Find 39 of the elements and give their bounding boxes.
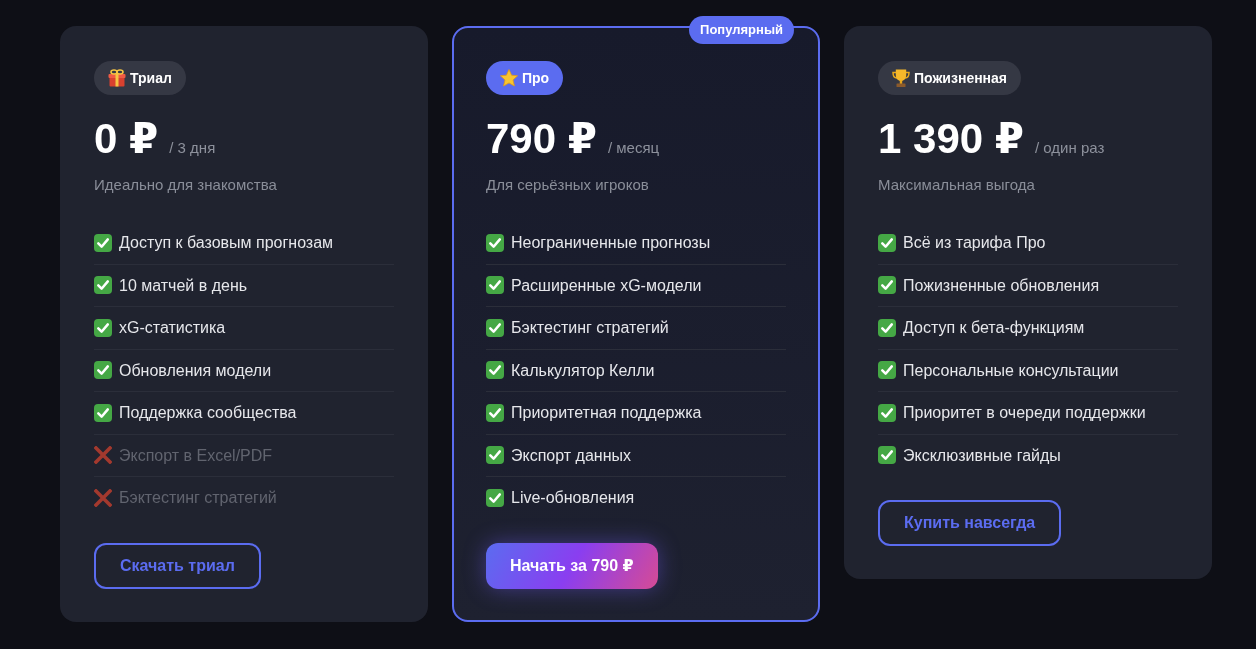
feature-text: Live-обновления xyxy=(511,488,635,509)
feature-text: Экспорт данных xyxy=(511,445,631,466)
price-period: / 3 дня xyxy=(169,139,216,156)
plan-button[interactable]: Скачать триал xyxy=(94,542,261,589)
feature-text: 10 матчей в день xyxy=(119,275,248,296)
feature-text: Приоритет в очереди поддержки xyxy=(903,403,1146,424)
plan-name: Триал xyxy=(130,70,172,86)
feature-text: Поддержка сообщества xyxy=(119,403,297,424)
plan-tagline: Идеально для знакомства xyxy=(94,175,277,195)
feature-text: Экспорт в Excel/PDF xyxy=(119,445,273,466)
price: 0 ₽ xyxy=(94,118,159,160)
gift-icon xyxy=(108,69,126,87)
feature-text: Всё из тарифа Про xyxy=(903,233,1046,254)
plan-name: Про xyxy=(522,70,550,86)
plan-name: Пожизненная xyxy=(914,70,1008,86)
feature-text: Расширенные xG-модели xyxy=(511,275,702,296)
feature-text: Доступ к бета-функциям xyxy=(903,318,1085,339)
price: 1 390 ₽ xyxy=(878,118,1024,160)
feature-text: Калькулятор Келли xyxy=(511,360,655,381)
feature-text: Пожизненные обновления xyxy=(903,275,1100,296)
feature-text: Доступ к базовым прогнозам xyxy=(119,233,334,254)
plan-tagline: Для серьёзных игроков xyxy=(486,175,649,195)
feature-text: xG-статистика xyxy=(119,318,226,339)
feature-text: Персональные консультации xyxy=(903,360,1119,381)
feature-text: Неограниченные прогнозы xyxy=(511,233,711,254)
trophy-icon xyxy=(892,69,910,87)
price-period: / один раз xyxy=(1035,139,1105,156)
star-icon xyxy=(500,69,518,87)
feature-text: Бэктестинг стратегий xyxy=(511,318,669,339)
popular-badge: Популярный xyxy=(689,16,794,44)
price-period: / месяц xyxy=(607,139,660,156)
feature-text: Эксклюзивные гайды xyxy=(903,445,1061,466)
feature-text: Бэктестинг стратегий xyxy=(119,488,277,509)
plan-tagline: Максимальная выгода xyxy=(878,175,1035,195)
feature-text: Приоритетная поддержка xyxy=(511,403,702,424)
feature-text: Обновления модели xyxy=(119,360,272,381)
price: 790 ₽ xyxy=(486,118,597,160)
plan-button[interactable]: Начать за 790 ₽ xyxy=(486,542,658,589)
plan-button[interactable]: Купить навсегда xyxy=(878,500,1062,546)
